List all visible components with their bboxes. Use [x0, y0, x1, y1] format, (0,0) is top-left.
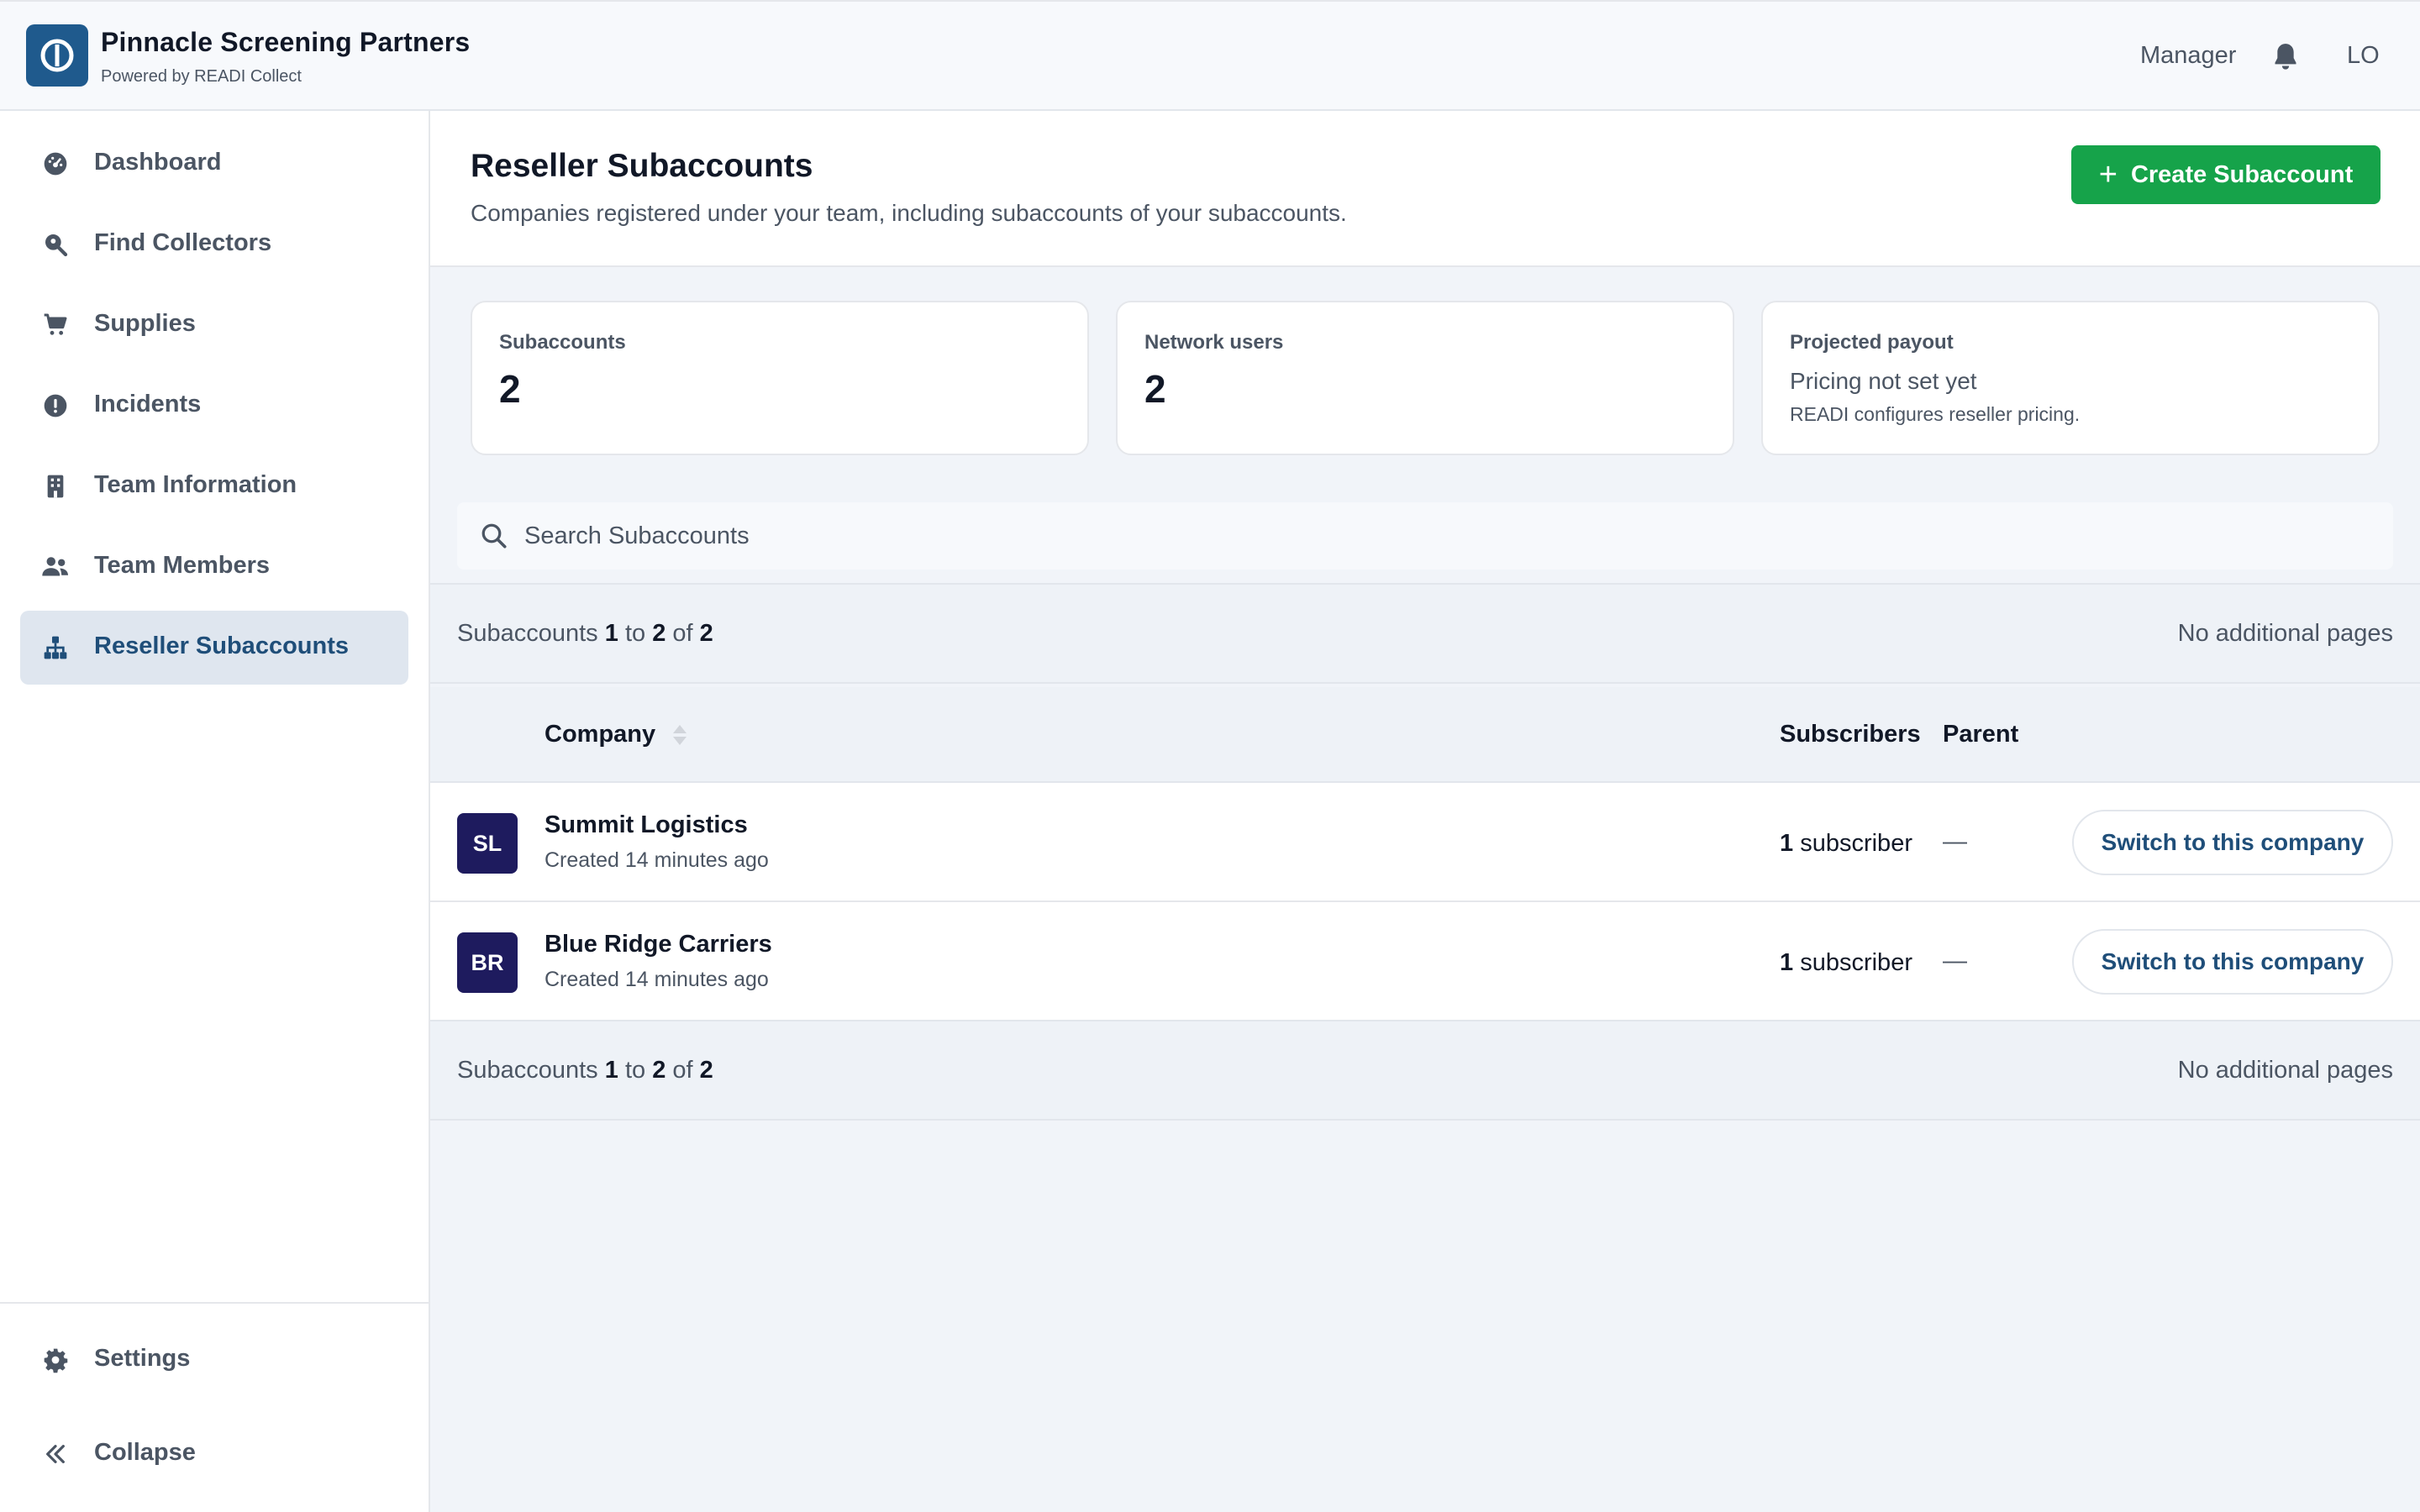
role-switcher[interactable]: Manager — [2140, 42, 2236, 70]
sidebar-item-settings[interactable]: Settings — [20, 1323, 408, 1397]
pagination-of-word: of — [672, 620, 693, 647]
pagination-total: 2 — [699, 620, 713, 647]
column-header-company[interactable]: Company — [544, 721, 655, 748]
company-created: Created 14 minutes ago — [544, 848, 769, 872]
alert-circle-icon — [40, 391, 71, 421]
pagination-top: Subaccounts 1 to 2 of 2 No additional pa… — [430, 583, 2420, 684]
top-bar: Pinnacle Screening Partners Powered by R… — [0, 0, 2420, 111]
stat-label: Projected payout — [1790, 331, 1954, 354]
building-icon — [40, 471, 71, 501]
pagination-prefix: Subaccounts — [457, 620, 598, 647]
gear-icon — [40, 1345, 71, 1375]
cart-icon — [40, 310, 71, 340]
table-row: SL Summit Logistics Created 14 minutes a… — [430, 783, 2420, 902]
stat-card-subaccounts: Subaccounts 2 — [471, 301, 1089, 455]
dashboard-icon — [40, 149, 71, 179]
pagination-status: No additional pages — [2177, 620, 2393, 647]
pagination-summary: Subaccounts 1 to 2 of 2 — [457, 620, 713, 648]
sidebar-item-label: Find Collectors — [94, 229, 272, 256]
column-header-subscribers: Subscribers — [1780, 721, 1921, 748]
stat-value: 2 — [499, 367, 521, 411]
app-name: Pinnacle Screening Partners — [101, 27, 471, 57]
sidebar-item-label: Team Information — [94, 471, 297, 498]
pagination-to: 2 — [652, 1057, 666, 1084]
sidebar-item-label: Collapse — [94, 1439, 196, 1466]
user-menu[interactable]: LO — [2347, 42, 2380, 70]
subscriber-count: 1 subscriber — [1780, 830, 1912, 858]
pagination-of-word: of — [672, 1057, 693, 1084]
hierarchy-icon — [40, 633, 71, 663]
pagination-bottom: Subaccounts 1 to 2 of 2 No additional pa… — [430, 1020, 2420, 1121]
search-location-icon — [40, 229, 71, 260]
brand-logo[interactable] — [26, 24, 88, 87]
switch-company-button[interactable]: Switch to this company — [2072, 929, 2393, 995]
plus-icon: + — [2098, 157, 2118, 192]
create-subaccount-button[interactable]: + Create Subaccount — [2071, 145, 2381, 204]
pagination-from: 1 — [604, 620, 618, 647]
pagination-total: 2 — [699, 1057, 713, 1084]
sidebar-item-label: Settings — [94, 1345, 191, 1372]
search-input[interactable] — [524, 502, 2373, 570]
stat-value: Pricing not set yet — [1790, 368, 1977, 394]
sidebar-item-team-members[interactable]: Team Members — [20, 530, 408, 604]
company-avatar: BR — [457, 932, 518, 993]
sidebar-item-incidents[interactable]: Incidents — [20, 369, 408, 443]
sidebar-item-label: Supplies — [94, 310, 196, 337]
stat-label: Network users — [1144, 331, 1284, 354]
pagination-prefix: Subaccounts — [457, 1057, 598, 1084]
create-subaccount-label: Create Subaccount — [2130, 160, 2354, 188]
users-icon — [40, 552, 71, 582]
search-icon — [479, 521, 509, 551]
pagination-to-word: to — [624, 1057, 646, 1084]
stat-label: Subaccounts — [499, 331, 626, 354]
sort-icon[interactable] — [671, 722, 689, 748]
pagination-status: No additional pages — [2177, 1057, 2393, 1084]
search-box — [457, 502, 2393, 570]
sidebar-item-find-collectors[interactable]: Find Collectors — [20, 207, 408, 281]
sidebar-item-team-information[interactable]: Team Information — [20, 449, 408, 523]
page-title: Reseller Subaccounts — [471, 148, 813, 184]
column-header-parent: Parent — [1943, 721, 2019, 748]
page-subtitle: Companies registered under your team, in… — [471, 200, 1347, 226]
stat-note: READI configures reseller pricing. — [1790, 403, 2081, 425]
app-subtitle: Powered by READI Collect — [101, 67, 302, 86]
company-created: Created 14 minutes ago — [544, 968, 769, 991]
sidebar-item-label: Dashboard — [94, 149, 222, 176]
subscriber-count-word: subscriber — [1800, 949, 1912, 976]
pagination-from: 1 — [604, 1057, 618, 1084]
stat-value: 2 — [1144, 367, 1166, 411]
sidebar-item-label: Reseller Subaccounts — [94, 633, 349, 659]
page-header: Reseller Subaccounts Companies registere… — [430, 111, 2420, 267]
table-row: BR Blue Ridge Carriers Created 14 minute… — [430, 902, 2420, 1021]
brand-logo-icon — [40, 39, 74, 72]
stat-card-network-users: Network users 2 — [1116, 301, 1734, 455]
double-chevron-left-icon — [40, 1439, 71, 1469]
subscriber-count: 1 subscriber — [1780, 949, 1912, 977]
sidebar: Dashboard Find Collectors Supplies Incid… — [0, 111, 430, 1512]
company-name: Summit Logistics — [544, 811, 748, 838]
subscriber-count-number: 1 — [1780, 949, 1794, 976]
sidebar-item-supplies[interactable]: Supplies — [20, 288, 408, 362]
subscriber-count-word: subscriber — [1800, 830, 1912, 857]
pagination-to-word: to — [624, 620, 646, 647]
subscriber-count-number: 1 — [1780, 830, 1794, 857]
pagination-summary: Subaccounts 1 to 2 of 2 — [457, 1057, 713, 1084]
table-header: Company Subscribers Parent — [430, 687, 2420, 783]
bell-icon — [2275, 44, 2296, 70]
company-avatar: SL — [457, 813, 518, 874]
sidebar-item-label: Incidents — [94, 391, 202, 417]
pagination-to: 2 — [652, 620, 666, 647]
sidebar-divider — [0, 1302, 429, 1304]
switch-company-button[interactable]: Switch to this company — [2072, 810, 2393, 875]
sidebar-item-label: Team Members — [94, 552, 270, 579]
parent-value: — — [1943, 948, 1967, 974]
stat-card-projected-payout: Projected payout Pricing not set yet REA… — [1761, 301, 2380, 455]
parent-value: — — [1943, 828, 1967, 855]
notifications-button[interactable] — [2269, 40, 2302, 74]
sidebar-item-collapse[interactable]: Collapse — [20, 1417, 408, 1491]
company-name: Blue Ridge Carriers — [544, 931, 772, 958]
sidebar-item-reseller-subaccounts[interactable]: Reseller Subaccounts — [20, 611, 408, 685]
sidebar-item-dashboard[interactable]: Dashboard — [20, 127, 408, 201]
